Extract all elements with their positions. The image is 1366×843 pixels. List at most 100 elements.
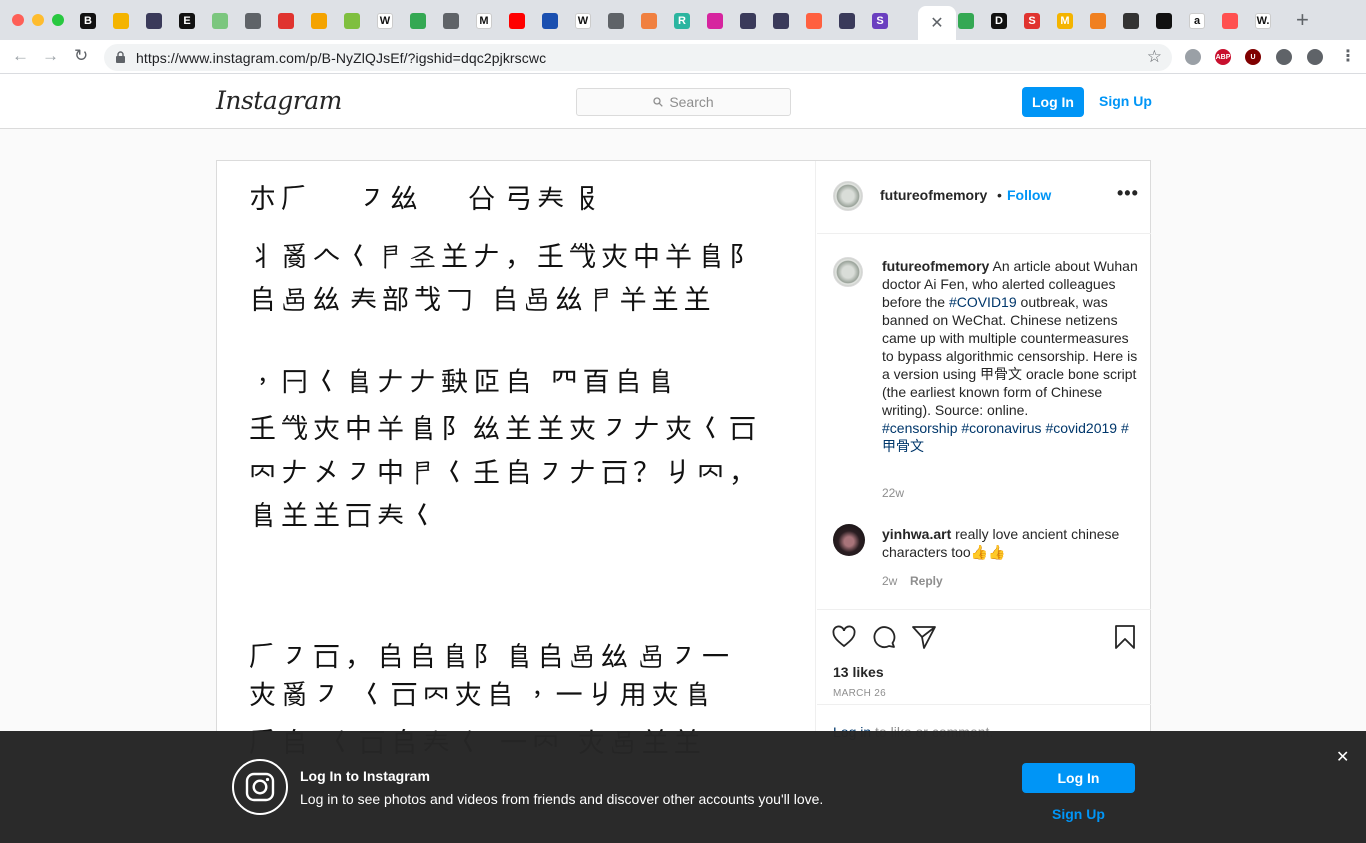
tab-favicon-icon[interactable]: [113, 13, 129, 29]
tab-favicon-icon[interactable]: [740, 13, 756, 29]
browser-tab-bar: B E W M W R S ✕ D S Ma W. +: [0, 0, 1366, 40]
tab-favicon-icon[interactable]: [1222, 13, 1238, 29]
tab-favicon-icon[interactable]: W: [575, 13, 591, 29]
post-image[interactable]: 朩𠂆 ㇇𢆶 㕣𦮃弓𡗗𩇨𠬝 丬𤔔𠆢𡿨𠁣𢀖𦍌𠂇，𡈼㦰𡗜中𢆉𨸏阝 𠂤𨙨𢆶𡭔𡗗部𢦏𠃌 𠂤𨙨𢆶…: [217, 161, 816, 761]
comment-author[interactable]: yinhwa.art: [882, 526, 951, 542]
post-actions: 13 likes MARCH 26: [817, 609, 1151, 704]
tab-favicon-icon[interactable]: [146, 13, 162, 29]
close-icon[interactable]: ✕: [1336, 747, 1349, 767]
tab-favicon-icon[interactable]: [212, 13, 228, 29]
login-button[interactable]: Log In: [1022, 87, 1084, 117]
tab-strip-right: D S Ma W.: [958, 13, 1271, 29]
avatar[interactable]: [833, 181, 863, 211]
tab-favicon-icon[interactable]: [410, 13, 426, 29]
tab-favicon-icon[interactable]: [641, 13, 657, 29]
tab-favicon-icon[interactable]: S: [1024, 13, 1040, 29]
comment-timestamp[interactable]: 2w: [882, 574, 897, 588]
caption-text: outbreak, was banned on WeChat. Chinese …: [882, 294, 1137, 418]
window-zoom-button[interactable]: [52, 14, 64, 26]
bookmark-star-icon[interactable]: ☆: [1147, 47, 1162, 67]
tab-favicon-icon[interactable]: [958, 13, 974, 29]
tab-favicon-icon[interactable]: R: [674, 13, 690, 29]
back-icon[interactable]: ←: [12, 46, 29, 66]
tab-favicon-icon[interactable]: [839, 13, 855, 29]
hashtag-link[interactable]: #COVID19: [949, 294, 1017, 310]
post-author[interactable]: futureofmemory: [880, 187, 987, 203]
window-close-button[interactable]: [12, 14, 24, 26]
new-tab-button[interactable]: +: [1296, 9, 1309, 31]
post-card: 朩𠂆 ㇇𢆶 㕣𦮃弓𡗗𩇨𠬝 丬𤔔𠆢𡿨𠁣𢀖𦍌𠂇，𡈼㦰𡗜中𢆉𨸏阝 𠂤𨙨𢆶𡭔𡗗部𢦏𠃌 𠂤𨙨𢆶…: [216, 160, 1151, 760]
ublock-icon[interactable]: U: [1245, 49, 1261, 65]
reply-button[interactable]: Reply: [910, 574, 943, 588]
heart-icon[interactable]: [831, 624, 857, 650]
instagram-icon: [232, 759, 288, 815]
banner-signup-link[interactable]: Sign Up: [1052, 806, 1105, 822]
tab-strip-left: BEWMWRS: [80, 13, 888, 29]
profile-icon[interactable]: [1307, 49, 1323, 65]
tab-favicon-icon[interactable]: [806, 13, 822, 29]
tab-favicon-icon[interactable]: a: [1189, 13, 1205, 29]
hashtag-link[interactable]: #covid2019: [1045, 420, 1117, 436]
likes-count[interactable]: 13 likes: [833, 664, 884, 680]
more-options-icon[interactable]: •••: [1117, 183, 1139, 204]
image-text-line: 𠂤𨙨𢆶𡭔𡗗部𢦏𠃌 𠂤𨙨𢆶𠁣𢆉𦍌𦍌: [249, 278, 716, 317]
tab-favicon-icon[interactable]: W: [377, 13, 393, 29]
caption-avatar[interactable]: [833, 257, 863, 287]
banner-title: Log In to Instagram: [300, 768, 430, 784]
tab-favicon-icon[interactable]: W.: [1255, 13, 1271, 29]
tab-favicon-icon[interactable]: [1090, 13, 1106, 29]
tab-favicon-icon[interactable]: E: [179, 13, 195, 29]
active-tab[interactable]: ✕: [918, 6, 956, 40]
tab-favicon-icon[interactable]: [1156, 13, 1172, 29]
window-minimize-button[interactable]: [32, 14, 44, 26]
post-date[interactable]: MARCH 26: [833, 688, 886, 699]
image-text-line: ，𠔼𡿨𨸏𠂇𠂇𡙇𦣝𠂤 𦉪𦣻𠂤𨸏: [249, 365, 679, 398]
signup-link[interactable]: Sign Up: [1099, 93, 1152, 109]
reload-icon[interactable]: ↻: [74, 46, 88, 66]
image-text-line: 𠔿𠂇㐅㇇中𠁣𡿨𡈼𠂤㇇𠂇𠮛？𠂈𠔿，: [249, 451, 761, 490]
tab-favicon-icon[interactable]: [542, 13, 558, 29]
forward-icon[interactable]: →: [42, 46, 59, 66]
tab-favicon-icon[interactable]: [443, 13, 459, 29]
share-icon[interactable]: [911, 624, 937, 650]
address-bar[interactable]: https://www.instagram.com/p/B-NyZlQJsEf/…: [104, 44, 1172, 71]
tab-favicon-icon[interactable]: M: [476, 13, 492, 29]
hashtag-link[interactable]: #coronavirus: [961, 420, 1041, 436]
tab-favicon-icon[interactable]: S: [872, 13, 888, 29]
tab-favicon-icon[interactable]: [245, 13, 261, 29]
url-text: https://www.instagram.com/p/B-NyZlQJsEf/…: [136, 50, 546, 66]
tab-favicon-icon[interactable]: B: [80, 13, 96, 29]
tab-favicon-icon[interactable]: [608, 13, 624, 29]
tab-close-icon[interactable]: ✕: [930, 13, 943, 33]
extensions-puzzle-icon[interactable]: [1276, 49, 1292, 65]
search-placeholder: Search: [669, 94, 713, 110]
banner-login-button[interactable]: Log In: [1022, 763, 1135, 793]
tab-favicon-icon[interactable]: [1123, 13, 1139, 29]
tab-favicon-icon[interactable]: [773, 13, 789, 29]
comment-icon[interactable]: [871, 624, 897, 650]
adblock-plus-icon[interactable]: ABP: [1215, 49, 1231, 65]
tab-favicon-icon[interactable]: [509, 13, 525, 29]
caption-author[interactable]: futureofmemory: [882, 258, 989, 274]
image-text-line: 朩𠂆 ㇇𢆶 㕣𦮃弓𡗗𩇨𠬝: [249, 177, 606, 216]
tab-favicon-icon[interactable]: [278, 13, 294, 29]
search-icon: [653, 97, 663, 107]
lock-icon: [116, 51, 125, 63]
search-input[interactable]: Search: [576, 88, 791, 116]
hashtag-link[interactable]: #censorship: [882, 420, 958, 436]
follow-button[interactable]: Follow: [1007, 187, 1051, 203]
post-sidebar: futureofmemory • Follow ••• futureofmemo…: [817, 161, 1151, 761]
browser-menu-icon[interactable]: ⋮: [1340, 46, 1356, 66]
tab-favicon-icon[interactable]: D: [991, 13, 1007, 29]
tab-favicon-icon[interactable]: [707, 13, 723, 29]
tab-favicon-icon[interactable]: M: [1057, 13, 1073, 29]
comment: yinhwa.art really love ancient chinese c…: [882, 525, 1142, 561]
database-icon[interactable]: [1185, 49, 1201, 65]
instagram-logo[interactable]: Instagram: [216, 86, 342, 115]
caption-timestamp[interactable]: 22w: [882, 486, 904, 500]
tab-favicon-icon[interactable]: [311, 13, 327, 29]
tab-favicon-icon[interactable]: [344, 13, 360, 29]
image-text-line: 丬𤔔𠆢𡿨𠁣𢀖𦍌𠂇，𡈼㦰𡗜中𢆉𨸏阝: [249, 235, 761, 274]
bookmark-icon[interactable]: [1112, 624, 1138, 650]
commenter-avatar[interactable]: [833, 524, 865, 556]
